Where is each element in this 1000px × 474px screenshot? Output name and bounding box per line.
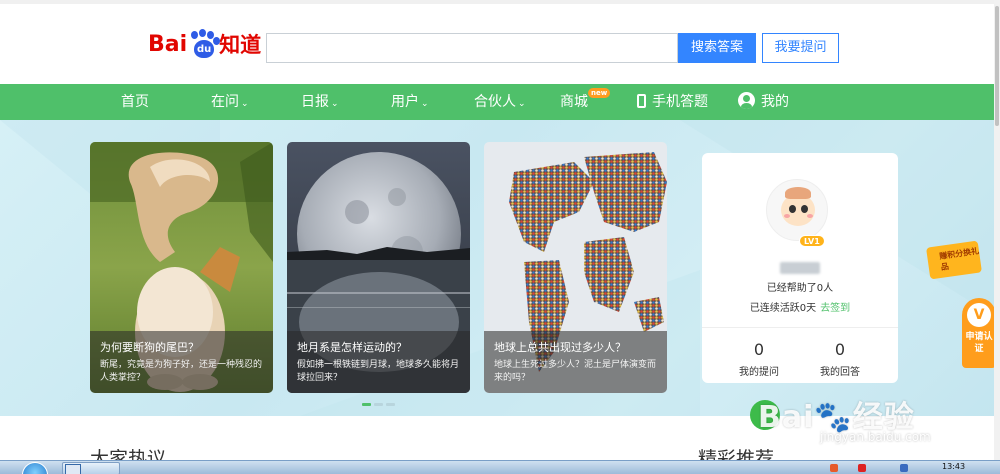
stat-value: 0 — [834, 340, 846, 359]
nav-item-mall[interactable]: 商城 new — [560, 84, 611, 120]
streak-line: 已连续活跃0天 去签到 — [702, 299, 898, 314]
nav-item-mine[interactable]: 我的 — [738, 84, 789, 120]
taskbar-app-window[interactable] — [62, 462, 120, 474]
card-description: 假如拂一根铁链到月球，地球多久能将月球拉回来？ — [297, 360, 460, 383]
carousel-indicators — [362, 403, 395, 406]
card-description: 断尾，究竟是为狗子好，还是一种残忍的人类掌控？ — [100, 360, 263, 383]
my-answers-stat[interactable]: 0 我的回答 — [810, 340, 870, 379]
chevron-down-icon: ⌄ — [421, 99, 429, 109]
new-badge: new — [588, 88, 611, 98]
paw-icon: du — [188, 29, 221, 59]
carousel-dot[interactable] — [374, 403, 383, 406]
os-taskbar: 13:43 — [0, 460, 1000, 474]
page-scrollbar[interactable] — [994, 0, 1000, 460]
avatar[interactable] — [766, 179, 828, 241]
watermark-url: jingyan.baidu.com — [820, 430, 931, 444]
search-button[interactable]: 搜索答案 — [678, 33, 756, 63]
card-description: 地球上生死过多少人？泥土是尸体演变而来的吗？ — [494, 360, 657, 383]
nav-label: 我的 — [761, 94, 789, 110]
nav-item-home[interactable]: 首页 — [121, 84, 149, 120]
chevron-down-icon: ⌄ — [241, 99, 249, 109]
hero-banner: 为何要断狗的尾巴？ 断尾，究竟是为狗子好，还是一种残忍的人类掌控？ 地月系是怎样… — [0, 120, 1000, 416]
carousel-dot[interactable] — [386, 403, 395, 406]
nav-item-users[interactable]: 用户 ⌄ — [391, 84, 429, 120]
carousel-dot[interactable] — [362, 403, 371, 406]
chevron-down-icon: ⌄ — [518, 99, 526, 109]
nav-label: 日报 — [301, 94, 329, 110]
user-icon — [738, 92, 755, 109]
nav-label: 首页 — [121, 94, 149, 110]
helped-count-text: 已经帮助了0人 — [766, 283, 834, 294]
nav-label: 用户 — [391, 94, 419, 110]
user-panel: LV1 已经帮助了0人 已连续活跃0天 去签到 0 我的提问 0 我的回答 — [702, 153, 898, 383]
tray-icon[interactable] — [830, 464, 838, 472]
scrollbar-thumb[interactable] — [995, 6, 999, 126]
nav-item-daily[interactable]: 日报 ⌄ — [301, 84, 339, 120]
card-title[interactable]: 为何要断狗的尾巴？ — [100, 341, 265, 355]
header: Bai du 知道 搜索答案 我要提问 — [0, 0, 1000, 84]
carousel-card[interactable]: 地球上总共出现过多少人？ 地球上生死过多少人？泥土是尸体演变而来的吗？ — [484, 142, 667, 393]
clock[interactable]: 13:43 — [942, 462, 965, 471]
checkin-link[interactable]: 去签到 — [820, 303, 850, 314]
divider — [702, 327, 898, 328]
apply-certification-button[interactable]: V 申请认证 — [962, 298, 996, 368]
ask-question-button[interactable]: 我要提问 — [762, 33, 839, 63]
stat-value: 0 — [753, 340, 765, 359]
nav-item-asking[interactable]: 在问 ⌄ — [211, 84, 249, 120]
stat-label: 我的提问 — [739, 367, 779, 378]
card-caption: 为何要断狗的尾巴？ 断尾，究竟是为狗子好，还是一种残忍的人类掌控？ — [90, 331, 273, 393]
tray-icon[interactable] — [858, 464, 866, 472]
nav-item-partners[interactable]: 合伙人 ⌄ — [474, 84, 526, 120]
nav-label: 手机答题 — [652, 94, 708, 110]
main-nav: 首页 在问 ⌄ 日报 ⌄ 用户 ⌄ 合伙人 ⌄ 商城 new 手机答题 我的 — [0, 84, 1000, 120]
nav-item-mobile-answer[interactable]: 手机答题 — [637, 84, 708, 120]
card-title[interactable]: 地球上总共出现过多少人？ — [494, 341, 659, 355]
nav-label: 合伙人 — [474, 94, 516, 110]
carousel-card[interactable]: 地月系是怎样运动的？ 假如拂一根铁链到月球，地球多久能将月球拉回来？ — [287, 142, 470, 393]
phone-icon — [637, 94, 646, 108]
username-blurred[interactable] — [780, 262, 820, 274]
carousel-card[interactable]: 为何要断狗的尾巴？ 断尾，究竟是为狗子好，还是一种残忍的人类掌控？ — [90, 142, 273, 393]
apply-label: 申请认证 — [965, 332, 993, 354]
streak-text: 已连续活跃0天 — [749, 303, 817, 314]
card-caption: 地球上总共出现过多少人？ 地球上生死过多少人？泥土是尸体演变而来的吗？ — [484, 331, 667, 393]
my-questions-stat[interactable]: 0 我的提问 — [729, 340, 789, 379]
baidu-zhidao-logo[interactable]: Bai du 知道 — [148, 26, 261, 62]
nav-label: 商城 — [560, 94, 588, 110]
nav-label: 在问 — [211, 94, 239, 110]
logo-brand: Bai — [148, 31, 188, 57]
search-input[interactable] — [266, 33, 678, 63]
card-caption: 地月系是怎样运动的？ 假如拂一根铁链到月球，地球多久能将月球拉回来？ — [287, 331, 470, 393]
watermark-text: Bai — [758, 400, 815, 435]
chevron-down-icon: ⌄ — [331, 99, 339, 109]
logo-paw-text: du — [194, 40, 215, 58]
logo-product: 知道 — [219, 33, 262, 57]
start-button-icon[interactable] — [22, 462, 48, 474]
stat-label: 我的回答 — [820, 367, 860, 378]
window-icon — [65, 464, 81, 474]
card-title[interactable]: 地月系是怎样运动的？ — [297, 341, 462, 355]
tray-icon[interactable] — [900, 464, 908, 472]
level-badge: LV1 — [799, 235, 825, 247]
verified-icon: V — [967, 303, 991, 327]
